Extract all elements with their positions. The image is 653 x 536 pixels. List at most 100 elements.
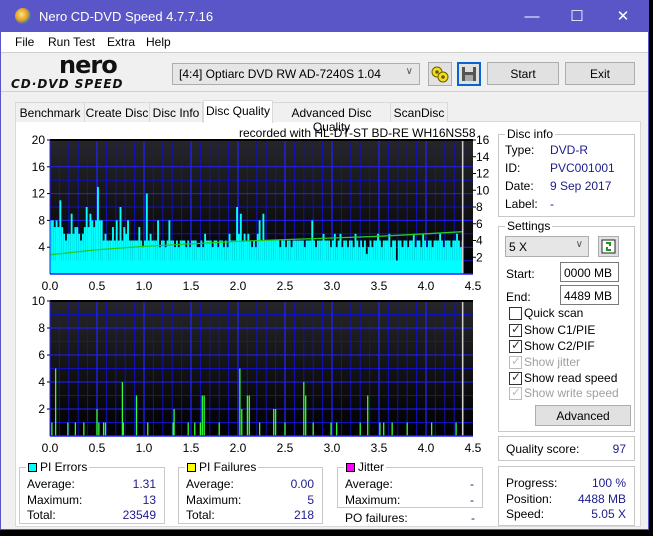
show-write-speed-checkbox: ✓ xyxy=(509,387,522,400)
x-tick-label: 2.0 xyxy=(230,279,247,293)
quick-scan-label: Quick scan xyxy=(524,306,583,320)
jitter-average-label: Average: xyxy=(345,477,393,491)
position-value: 4488 MB xyxy=(578,492,626,506)
speed-select[interactable]: 5 X ∨ xyxy=(505,236,589,257)
maximize-button[interactable]: ☐ xyxy=(554,1,600,32)
progress-group: Progress: 100 % Position: 4488 MB Speed:… xyxy=(498,466,635,526)
pi-errors-total-value: 23549 xyxy=(123,508,156,522)
disc-info-group: Disc info Type: DVD-R ID: PVC001001 Date… xyxy=(498,134,635,217)
pi-errors-average-value: 1.31 xyxy=(133,477,156,491)
disc-type-label: Type: xyxy=(505,143,534,157)
y2-tick-label: 2 xyxy=(476,250,483,264)
quality-score-value: 97 xyxy=(613,442,626,456)
start-label: Start: xyxy=(506,267,535,281)
y-tick-label: 4 xyxy=(38,375,45,389)
pi-errors-maximum-label: Maximum: xyxy=(27,493,82,507)
advanced-button[interactable]: Advanced xyxy=(535,405,631,426)
position-label: Position: xyxy=(506,492,552,506)
disc-id-value: PVC001001 xyxy=(550,161,615,175)
pi-error-base xyxy=(50,261,463,274)
pi-failures-maximum-value: 5 xyxy=(307,493,314,507)
show-read-speed-checkbox[interactable]: ✓ xyxy=(509,372,522,385)
x-tick-label: 4.5 xyxy=(465,441,482,455)
pi-failures-total-value: 218 xyxy=(294,508,314,522)
speed-label: Speed: xyxy=(506,507,544,521)
disc-info-title: Disc info xyxy=(505,127,555,141)
jitter-group: Jitter Average: - Maximum: - xyxy=(337,467,483,508)
x-tick-label: 4.5 xyxy=(465,279,482,293)
chevron-down-icon: ∨ xyxy=(576,239,583,250)
po-failures-label: PO failures: xyxy=(345,511,408,525)
show-jitter-label: Show jitter xyxy=(524,355,580,369)
po-failures-value: - xyxy=(441,511,475,525)
x-tick-label: 0.0 xyxy=(42,279,59,293)
y-tick-label: 2 xyxy=(38,402,45,416)
charts-area: 201612841614121086420.00.51.01.52.02.53.… xyxy=(1,1,501,461)
disc-date-label: Date: xyxy=(505,179,534,193)
refresh-icon xyxy=(599,237,618,256)
pi-errors-title: PI Errors xyxy=(26,460,89,474)
x-tick-label: 0.5 xyxy=(89,279,106,293)
speed-value: 5.05 X xyxy=(591,507,626,521)
x-tick-label: 2.5 xyxy=(277,279,294,293)
y2-tick-label: 4 xyxy=(476,234,483,248)
end-label: End: xyxy=(506,290,531,304)
pi-errors-maximum-value: 13 xyxy=(143,493,156,507)
pi-failures-group: PI Failures Average: 0.00 Maximum: 5 Tot… xyxy=(178,467,323,524)
jitter-average-value: - xyxy=(470,477,474,491)
jitter-maximum-label: Maximum: xyxy=(345,493,400,507)
quality-score-group: Quality score: 97 xyxy=(498,436,635,461)
y-tick-label: 6 xyxy=(38,348,45,362)
show-write-speed-label: Show write speed xyxy=(524,386,619,400)
progress-value: 100 % xyxy=(592,476,626,490)
x-tick-label: 0.0 xyxy=(42,441,59,455)
pi-failures-average-label: Average: xyxy=(186,477,234,491)
end-input[interactable]: 4489 MB xyxy=(560,285,619,305)
app-window: Nero CD-DVD Speed 4.7.7.16 — ☐ ✕ File Ru… xyxy=(0,0,649,530)
close-button[interactable]: ✕ xyxy=(600,1,646,32)
refresh-speed-button[interactable] xyxy=(598,236,619,257)
pi-failures-color-swatch xyxy=(187,463,196,472)
y-tick-label: 20 xyxy=(32,133,46,147)
show-c2-pif-label: Show C2/PIF xyxy=(524,339,595,353)
show-jitter-checkbox: ✓ xyxy=(509,356,522,369)
y-tick-label: 8 xyxy=(38,321,45,335)
x-tick-label: 1.0 xyxy=(136,441,153,455)
minimize-button[interactable]: — xyxy=(509,1,555,32)
y2-tick-label: 12 xyxy=(476,167,490,181)
x-tick-label: 3.0 xyxy=(324,441,341,455)
y-tick-label: 12 xyxy=(32,187,46,201)
quick-scan-checkbox[interactable] xyxy=(509,307,522,320)
y2-tick-label: 8 xyxy=(476,200,483,214)
show-c2-pif-checkbox[interactable]: ✓ xyxy=(509,340,522,353)
show-c1-pie-checkbox[interactable]: ✓ xyxy=(509,324,522,337)
disc-id-label: ID: xyxy=(505,161,520,175)
pi-failures-title: PI Failures xyxy=(185,460,258,474)
jitter-maximum-value: - xyxy=(470,493,474,507)
y-tick-label: 4 xyxy=(38,240,45,254)
x-tick-label: 2.5 xyxy=(277,441,294,455)
quality-score-label: Quality score: xyxy=(506,442,579,456)
show-read-speed-label: Show read speed xyxy=(524,371,617,385)
jitter-title: Jitter xyxy=(344,460,386,474)
x-tick-label: 0.5 xyxy=(89,441,106,455)
y2-tick-label: 16 xyxy=(476,133,490,147)
pi-failures-total-label: Total: xyxy=(186,508,215,522)
pi-errors-average-label: Average: xyxy=(27,477,75,491)
y-tick-label: 8 xyxy=(38,213,45,227)
exit-button[interactable]: Exit xyxy=(565,62,635,85)
x-tick-label: 2.0 xyxy=(230,441,247,455)
x-tick-label: 3.5 xyxy=(371,441,388,455)
x-tick-label: 1.0 xyxy=(136,279,153,293)
progress-label: Progress: xyxy=(506,476,557,490)
x-tick-label: 1.5 xyxy=(183,441,200,455)
y2-tick-label: 14 xyxy=(476,150,490,164)
start-input[interactable]: 0000 MB xyxy=(560,262,619,282)
y2-tick-label: 10 xyxy=(476,183,490,197)
x-tick-label: 3.0 xyxy=(324,279,341,293)
pi-failures-maximum-label: Maximum: xyxy=(186,493,241,507)
y2-tick-label: 6 xyxy=(476,217,483,231)
chart-header: recorded with HL-DT-ST BD-RE WH16NS58 xyxy=(239,126,476,140)
y-tick-label: 10 xyxy=(32,294,46,308)
x-tick-label: 4.0 xyxy=(418,279,435,293)
